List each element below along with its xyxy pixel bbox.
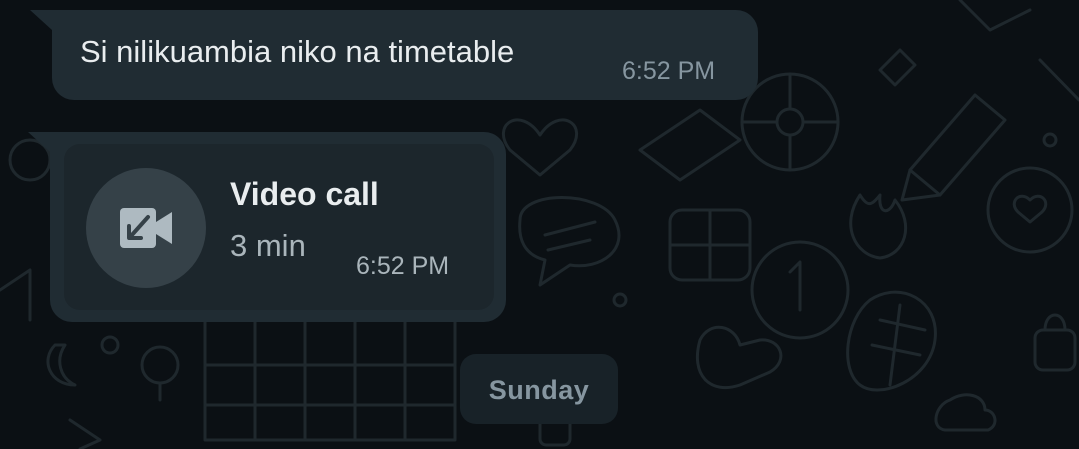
call-icon-circle	[86, 168, 206, 288]
message-tail	[28, 132, 50, 152]
incoming-video-call-icon	[120, 208, 172, 248]
message-bubble[interactable]: Si nilikuambia niko na timetable 6:52 PM	[52, 10, 758, 100]
message-timestamp: 6:52 PM	[356, 252, 450, 280]
date-divider: Sunday	[460, 354, 618, 424]
message-timestamp: 6:52 PM	[622, 57, 716, 85]
message-tail	[30, 10, 52, 30]
message-text: Si nilikuambia niko na timetable	[80, 34, 515, 69]
call-message-bubble[interactable]: Video call 3 min 6:52 PM	[50, 132, 506, 322]
date-divider-label: Sunday	[488, 375, 590, 405]
call-duration: 3 min	[230, 228, 306, 263]
call-title: Video call	[230, 176, 379, 212]
call-log-card[interactable]: Video call 3 min 6:52 PM	[64, 144, 494, 310]
